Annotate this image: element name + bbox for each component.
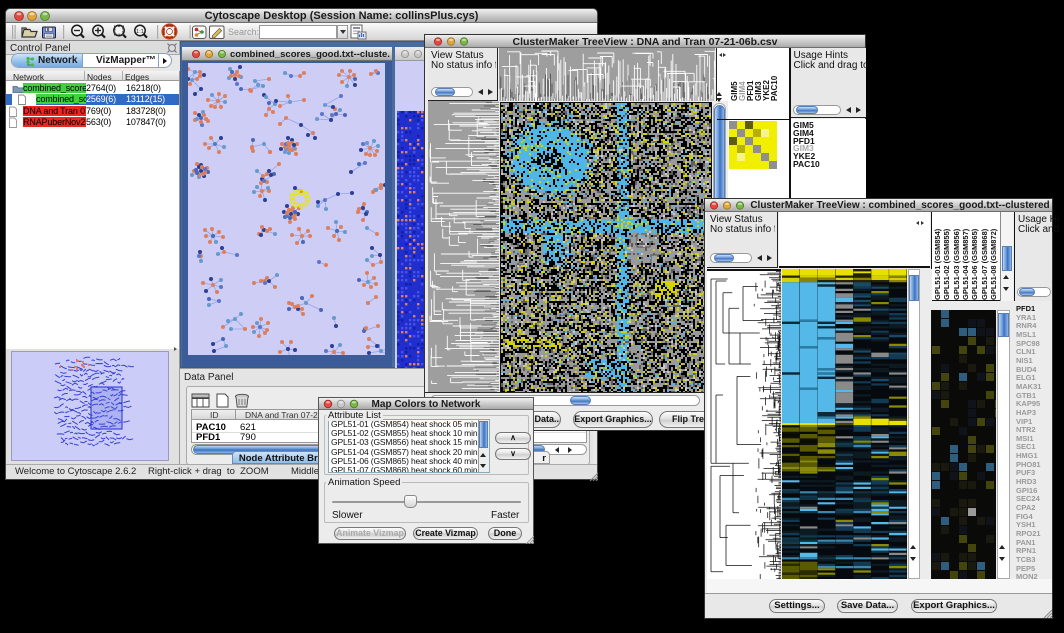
svg-text:1:1: 1:1 [136,29,144,35]
